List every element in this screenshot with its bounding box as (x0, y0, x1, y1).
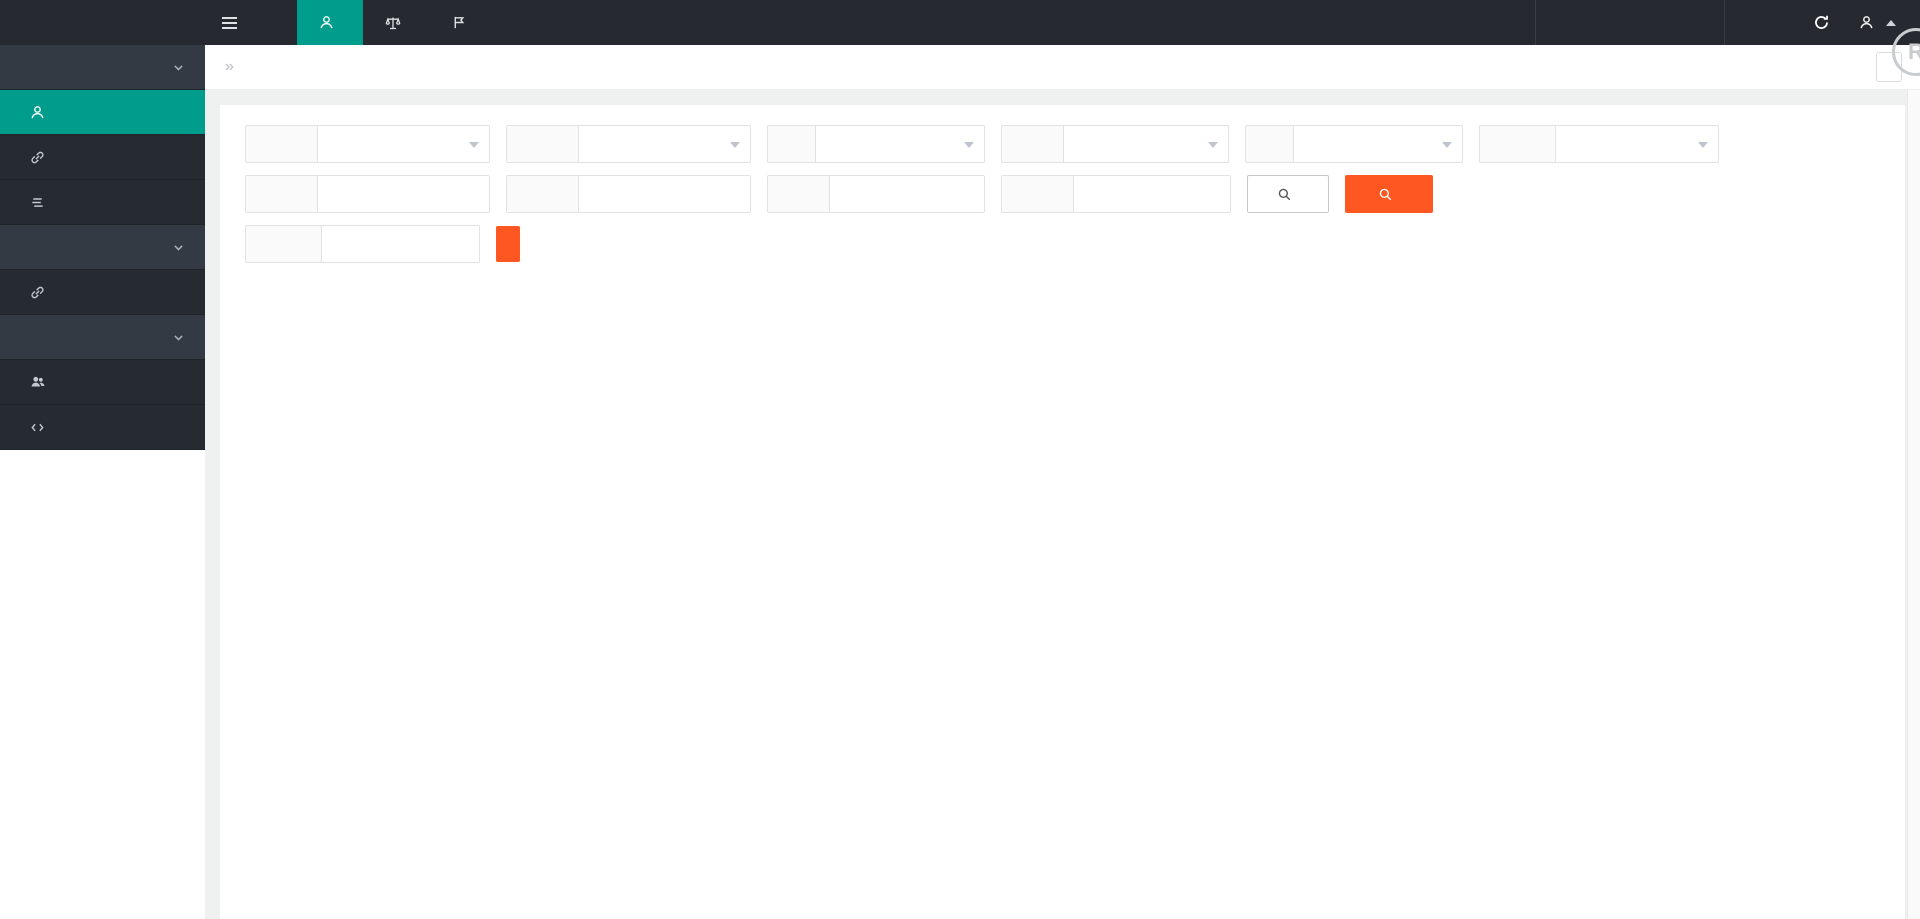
sidebar-group-6[interactable] (0, 315, 205, 360)
filter-text-input[interactable] (1074, 176, 1230, 212)
withdraw-button[interactable] (1761, 0, 1797, 45)
nav-item-3[interactable] (430, 0, 496, 45)
refresh-icon (1813, 14, 1830, 31)
filter-select-value[interactable] (1294, 126, 1462, 162)
sidebar-group-4[interactable] (0, 225, 205, 270)
filter-input-3 (1001, 175, 1231, 213)
filter-text-input[interactable] (579, 176, 750, 212)
nav-item-2[interactable] (363, 0, 430, 45)
select-caret-icon (1208, 142, 1218, 148)
users-icon (30, 374, 46, 390)
filter-label (1002, 126, 1064, 162)
export-button[interactable] (1345, 175, 1433, 213)
filter-row-inputs (245, 175, 1880, 213)
filter-input-0 (245, 175, 490, 213)
sidebar-item-1[interactable] (0, 90, 205, 135)
filter-select-value[interactable] (1556, 126, 1718, 162)
filter-label (246, 176, 318, 212)
nav-item-1[interactable] (297, 0, 363, 45)
user-icon (1859, 15, 1874, 30)
sidebar-item-2[interactable] (0, 135, 205, 180)
refresh-button[interactable] (1797, 0, 1845, 45)
select-caret-icon (1442, 142, 1452, 148)
nav-item-4[interactable] (496, 0, 540, 45)
top-navbar (0, 0, 1920, 45)
select-caret-icon (964, 142, 974, 148)
filter-label (246, 126, 318, 162)
nav-item-0[interactable] (253, 0, 297, 45)
filter-select-5 (1479, 125, 1719, 163)
filter-label (507, 176, 579, 212)
inject-amplitude-field (245, 225, 480, 263)
person-icon (319, 15, 334, 30)
search-button[interactable] (1247, 175, 1329, 213)
filter-select-value[interactable] (1064, 126, 1228, 162)
filter-row-selects (245, 125, 1880, 163)
top-nav-menu (253, 0, 584, 45)
select-caret-icon (730, 142, 740, 148)
filter-select-value[interactable] (318, 126, 489, 162)
chevron-down-icon (172, 61, 185, 74)
local-time (1535, 0, 1725, 45)
filter-label (246, 226, 322, 262)
filter-text-input[interactable] (830, 176, 984, 212)
sidebar-item-8[interactable] (0, 405, 205, 450)
filter-label (1480, 126, 1556, 162)
recharge-button[interactable] (1725, 0, 1761, 45)
select-caret-icon (1698, 142, 1708, 148)
sidebar (0, 45, 205, 450)
flag-icon (452, 15, 467, 30)
filter-select-1 (506, 125, 751, 163)
sidebar-group-0[interactable] (0, 45, 205, 90)
filter-select-0 (245, 125, 490, 163)
code-icon (30, 420, 45, 435)
search-icon (1277, 187, 1292, 202)
content-area (205, 90, 1920, 919)
filter-select-value[interactable] (579, 126, 750, 162)
caret-up-icon (1886, 19, 1896, 26)
filter-label (768, 176, 830, 212)
filter-select-3 (1001, 125, 1229, 163)
search-icon (1378, 187, 1393, 202)
filter-row-inject (245, 225, 1880, 263)
nav-item-5[interactable] (540, 0, 584, 45)
filter-input-2 (767, 175, 985, 213)
filter-label (507, 126, 579, 162)
filter-select-2 (767, 125, 985, 163)
filter-label (768, 126, 816, 162)
filter-text-input[interactable] (318, 176, 489, 212)
filter-label (1002, 176, 1074, 212)
filter-input-1 (506, 175, 751, 213)
member-list-card (220, 105, 1905, 919)
link-icon (30, 150, 45, 165)
app-logo (0, 0, 205, 45)
select-caret-icon (469, 142, 479, 148)
hamburger-icon (221, 16, 238, 30)
navbar-right (1535, 0, 1920, 45)
sidebar-item-5[interactable] (0, 270, 205, 315)
chevron-down-icon (172, 241, 185, 254)
sidebar-item-3[interactable] (0, 180, 205, 225)
breadcrumb: » (205, 45, 1920, 90)
person-icon (30, 105, 45, 120)
list-icon (30, 195, 45, 210)
filter-select-4 (1245, 125, 1463, 163)
filter-label (1246, 126, 1294, 162)
batch-inject-button[interactable] (496, 226, 520, 262)
filter-select-value[interactable] (816, 126, 984, 162)
main-area: » (205, 45, 1920, 919)
sidebar-item-7[interactable] (0, 360, 205, 405)
link-icon (30, 285, 45, 300)
scales-icon (385, 15, 401, 31)
sidebar-toggle-button[interactable] (205, 0, 253, 45)
chevron-down-icon (172, 331, 185, 344)
breadcrumb-arrows-icon: » (225, 58, 234, 75)
page-scrollbar[interactable] (1907, 90, 1920, 919)
inject-amplitude-input[interactable] (322, 226, 479, 262)
